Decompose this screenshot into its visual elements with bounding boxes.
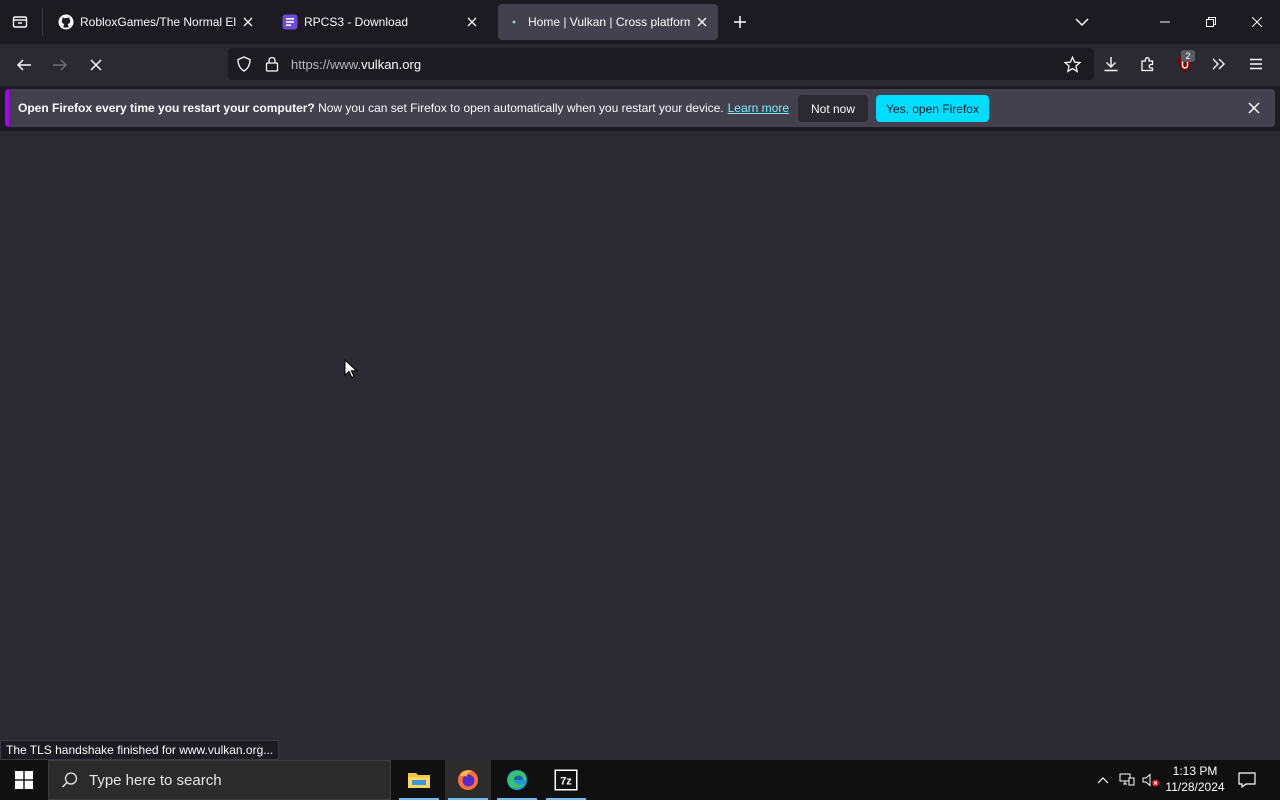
tab-title: RobloxGames/The Normal Elev: [80, 15, 236, 29]
search-placeholder: Type here to search: [89, 771, 222, 789]
show-hidden-icons-button[interactable]: [1092, 760, 1114, 800]
firefox-icon: [458, 770, 478, 790]
close-notification-button[interactable]: [1243, 97, 1265, 119]
extensions-icon[interactable]: [1140, 56, 1156, 77]
tab-rpcs3[interactable]: RPCS3 - Download: [274, 4, 488, 40]
downloads-icon[interactable]: [1103, 56, 1119, 77]
restore-icon: [1206, 17, 1216, 27]
network-tray-icon[interactable]: [1116, 760, 1138, 800]
tab-github[interactable]: RobloxGames/The Normal Elev: [50, 4, 264, 40]
close-icon: [1248, 102, 1260, 114]
notification-message: Open Firefox every time you restart your…: [18, 101, 789, 115]
search-icon: [61, 772, 78, 788]
notification-icon: [1238, 772, 1256, 788]
volume-muted-tray-icon[interactable]: [1140, 760, 1162, 800]
close-tab-icon[interactable]: [464, 14, 480, 30]
stop-icon: [90, 59, 102, 71]
forward-button[interactable]: [44, 49, 76, 81]
taskbar-edge[interactable]: [494, 760, 540, 800]
new-tab-button[interactable]: [726, 8, 754, 36]
close-tab-icon[interactable]: [240, 14, 256, 30]
restore-button[interactable]: [1188, 0, 1234, 44]
url-host: vulkan.org: [361, 57, 422, 72]
taskbar-firefox[interactable]: [445, 760, 491, 800]
tab-divider: [42, 8, 43, 36]
close-tab-icon[interactable]: [694, 14, 710, 30]
yes-open-firefox-button[interactable]: Yes, open Firefox: [876, 95, 989, 122]
folder-icon: [408, 773, 430, 788]
tab-vulkan[interactable]: Home | Vulkan | Cross platform: [498, 4, 718, 40]
learn-more-link[interactable]: Learn more: [728, 101, 789, 115]
svg-text:7z: 7z: [560, 776, 572, 788]
url-prefix: https://www.: [291, 57, 362, 72]
arrow-right-icon: [53, 59, 68, 71]
rpcs3-icon: [282, 14, 298, 30]
action-center-button[interactable]: [1232, 760, 1262, 800]
extension-badge: 2: [1181, 50, 1195, 62]
close-window-button[interactable]: [1234, 0, 1280, 44]
chevron-down-icon: [1075, 18, 1089, 27]
not-now-button[interactable]: Not now: [798, 95, 868, 122]
chevron-up-icon: [1097, 777, 1109, 784]
mouse-cursor-icon: [344, 358, 358, 384]
arrow-left-icon: [16, 59, 31, 71]
taskbar-clock[interactable]: 1:13 PM 11/28/2024: [1162, 763, 1228, 795]
taskbar-7zip[interactable]: 7z: [543, 760, 589, 800]
clock-time: 1:13 PM: [1172, 764, 1218, 778]
windows-logo-icon: [15, 771, 33, 789]
edge-icon: [507, 770, 527, 790]
bookmark-star-icon[interactable]: [1063, 55, 1082, 78]
tab-title: RPCS3 - Download: [304, 15, 409, 29]
loading-icon: [506, 14, 522, 30]
close-icon: [1252, 17, 1262, 27]
minimize-icon: [1160, 21, 1170, 23]
url-text[interactable]: https://www.vulkan.org: [291, 57, 421, 72]
firefox-view-icon: [12, 16, 28, 28]
firefox-view-button[interactable]: [6, 8, 34, 36]
stop-button[interactable]: [80, 49, 112, 81]
more-tools-icon[interactable]: [1211, 56, 1227, 77]
notification-body: Now you can set Firefox to open automati…: [314, 101, 724, 115]
start-button[interactable]: [0, 760, 48, 800]
lock-icon[interactable]: [265, 56, 279, 77]
taskbar-file-explorer[interactable]: [396, 760, 442, 800]
minimize-button[interactable]: [1142, 0, 1188, 44]
notification-title: Open Firefox every time you restart your…: [18, 101, 315, 115]
status-panel: The TLS handshake finished for www.vulka…: [0, 740, 280, 760]
7zip-icon: 7z: [554, 769, 578, 791]
hamburger-menu-icon[interactable]: [1248, 56, 1264, 77]
taskbar-search-box[interactable]: Type here to search: [48, 760, 391, 800]
list-all-tabs-button[interactable]: [1068, 8, 1096, 36]
back-button[interactable]: [8, 49, 40, 81]
github-icon: [58, 14, 74, 30]
tab-title: Home | Vulkan | Cross platform: [528, 15, 690, 29]
plus-icon: [734, 16, 746, 28]
clock-date: 11/28/2024: [1165, 780, 1225, 794]
tab-strip: RobloxGames/The Normal Elev RPCS3 - Down…: [0, 0, 1280, 44]
shield-icon[interactable]: [236, 56, 252, 77]
page-content: [0, 131, 1280, 760]
